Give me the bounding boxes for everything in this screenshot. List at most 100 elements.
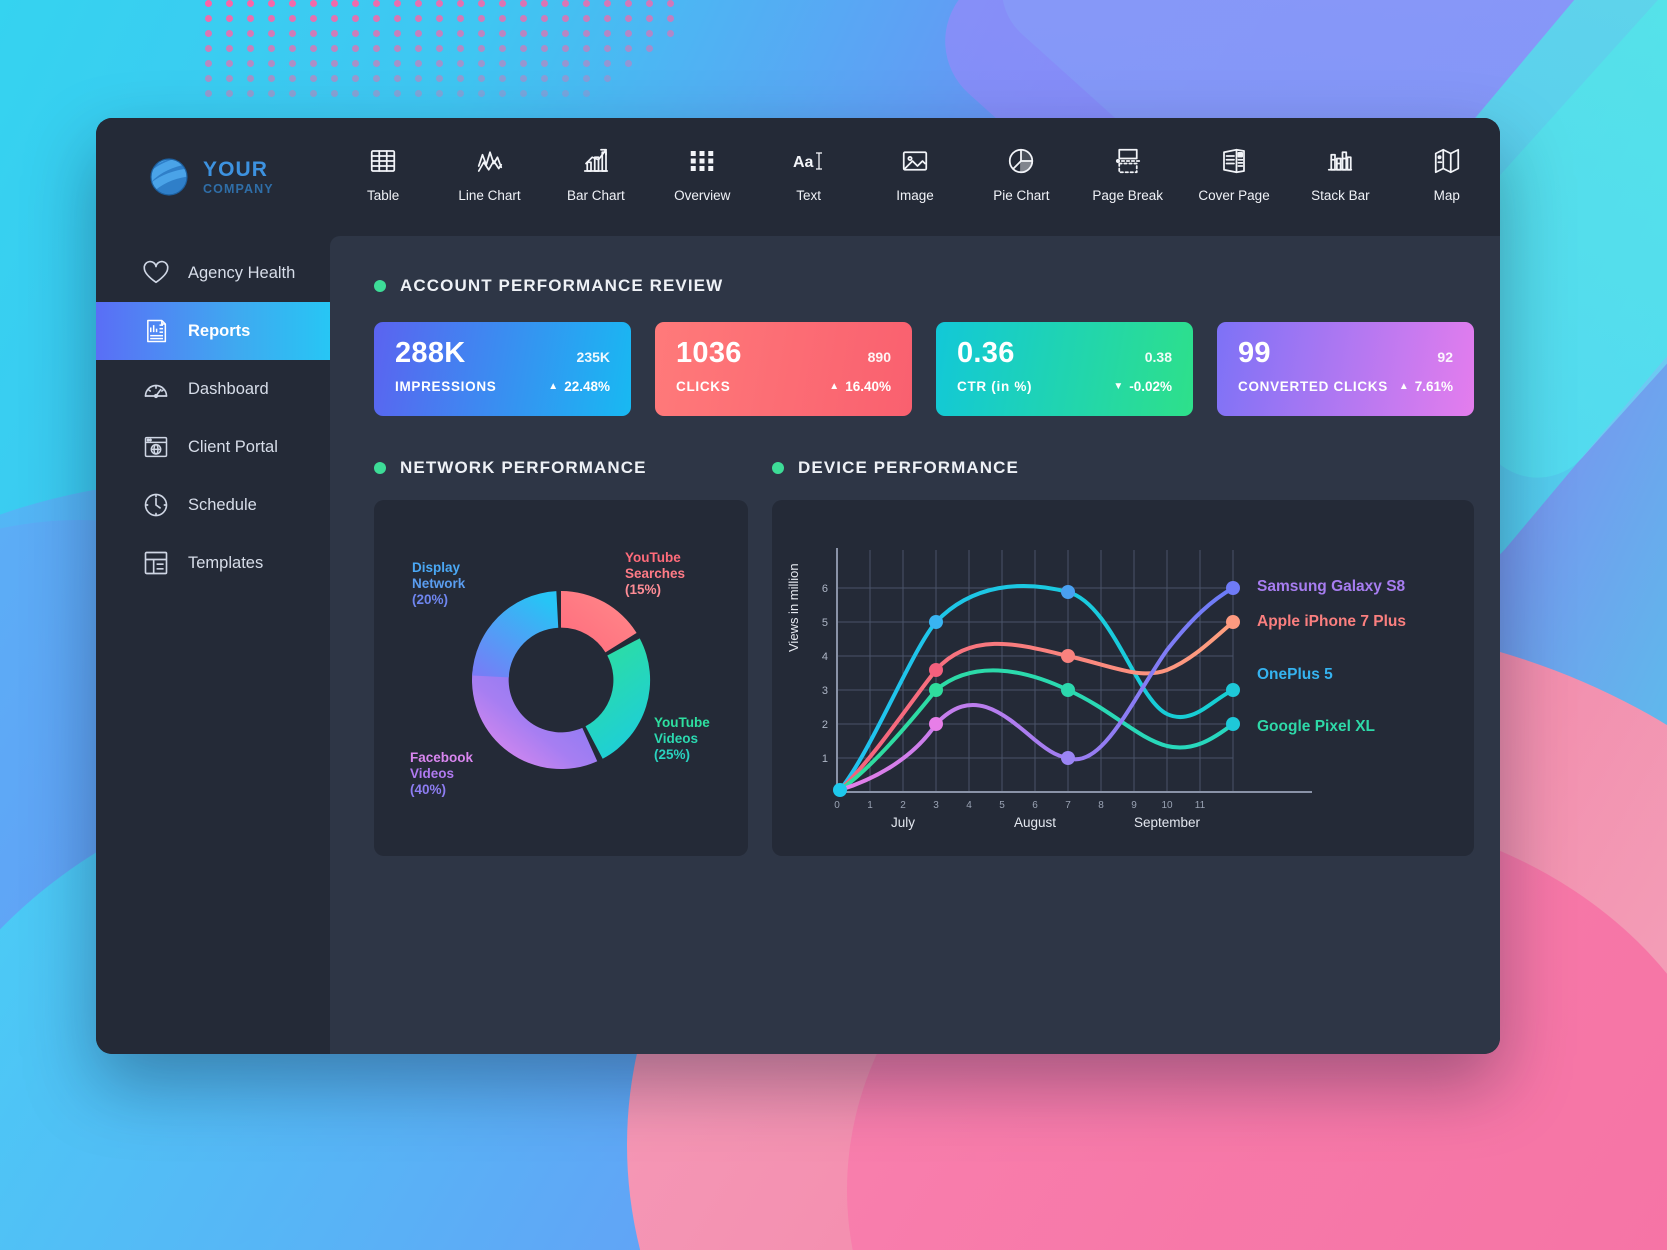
section-label: NETWORK PERFORMANCE [400, 458, 647, 477]
svg-text:11: 11 [1195, 800, 1206, 811]
clock-icon [142, 491, 170, 519]
trend-up-icon: ▲ [1398, 380, 1409, 392]
kpi-delta: ▲ 7.61% [1399, 379, 1453, 394]
donut-label-facebook-videos: Facebook Videos (40%) [410, 750, 474, 798]
kpi-card-row: 288K 235K IMPRESSIONS ▲ 22.48% 1036 890 CLICKS ▲… [374, 322, 1474, 416]
kpi-delta-value: -0.02% [1129, 379, 1172, 394]
toolbar-item-map[interactable]: Map [1394, 144, 1500, 203]
svg-text:8: 8 [1098, 800, 1104, 811]
kpi-card-ctr-in[interactable]: 0.36 0.38 CTR (in %) ▼ -0.02% [936, 322, 1193, 416]
legend-oneplus-5[interactable]: OnePlus 5 [1257, 666, 1333, 684]
svg-text:2: 2 [900, 800, 906, 811]
legend-apple-iphone-7-plus[interactable]: Apple iPhone 7 Plus [1257, 613, 1406, 631]
donut-label-display-network: Display Network (20%) [412, 560, 466, 608]
legend-samsung-galaxy-s8[interactable]: Samsung Galaxy S8 [1257, 578, 1405, 596]
kpi-compare-value: 92 [1437, 349, 1453, 365]
svg-text:September: September [1134, 815, 1201, 830]
status-dot-icon [772, 462, 784, 474]
text-aa-icon: Aa [792, 144, 826, 178]
kpi-caption: CLICKS [676, 379, 731, 394]
toolbar-item-label: Pie Chart [993, 188, 1050, 203]
svg-text:7: 7 [1065, 800, 1071, 811]
report-icon [142, 317, 170, 345]
svg-text:3: 3 [822, 685, 828, 697]
toolbar-item-table[interactable]: Table [330, 144, 436, 203]
toolbar-item-line-chart[interactable]: Line Chart [436, 144, 542, 203]
top-toolbar: YOUR COMPANY Table Line Chart Bar Chart Ove… [96, 118, 1500, 236]
map-icon [1432, 144, 1462, 178]
section-title-network: NETWORK PERFORMANCE [374, 458, 748, 478]
main-content: ACCOUNT PERFORMANCE REVIEW 288K 235K IMPRE… [330, 236, 1500, 1054]
svg-text:4: 4 [822, 651, 828, 663]
status-dot-icon [374, 462, 386, 474]
toolbar-item-image[interactable]: Image [862, 144, 968, 203]
cover-page-icon [1219, 144, 1249, 178]
svg-text:0: 0 [834, 800, 840, 811]
sidebar-item-client-portal[interactable]: Client Portal [96, 418, 330, 476]
kpi-card-converted-clicks[interactable]: 99 92 CONVERTED CLICKS ▲ 7.61% [1217, 322, 1474, 416]
svg-text:5: 5 [999, 800, 1005, 811]
kpi-compare-value: 0.38 [1144, 349, 1172, 365]
bar-chart-icon [581, 144, 611, 178]
donut-label-youtube-videos: YouTube Videos (25%) [654, 715, 710, 763]
sidebar-item-agency-health[interactable]: Agency Health [96, 244, 330, 302]
app-window: YOUR COMPANY Table Line Chart Bar Chart Ove… [96, 118, 1500, 1054]
toolbar-item-label: Map [1433, 188, 1460, 203]
svg-text:August: August [1014, 815, 1056, 830]
heart-icon [142, 259, 170, 287]
kpi-compare-value: 890 [867, 349, 891, 365]
kpi-value: 99 [1238, 337, 1271, 369]
svg-text:3: 3 [933, 800, 939, 811]
toolbar-item-label: Cover Page [1198, 188, 1270, 203]
kpi-value: 1036 [676, 337, 742, 369]
sidebar-item-dashboard[interactable]: Dashboard [96, 360, 330, 418]
toolbar-item-page-break[interactable]: Page Break [1075, 144, 1181, 203]
y-axis-title: Views in million [786, 563, 801, 652]
sidebar-item-schedule[interactable]: Schedule [96, 476, 330, 534]
kpi-delta: ▲ 22.48% [548, 379, 610, 394]
sidebar-item-reports[interactable]: Reports [96, 302, 330, 360]
kpi-delta-value: 7.61% [1414, 379, 1453, 394]
sidebar-nav: Agency Health Reports Dashboard Client Port… [96, 236, 330, 1054]
toolbar-item-label: Text [796, 188, 821, 203]
toolbar-item-stack-bar[interactable]: Stack Bar [1287, 144, 1393, 203]
toolbar-item-bar-chart[interactable]: Bar Chart [543, 144, 649, 203]
globe-logo-icon [146, 154, 192, 200]
section-title-device: DEVICE PERFORMANCE [772, 458, 1019, 478]
donut-chart [472, 591, 651, 769]
template-icon [142, 549, 170, 577]
kpi-caption: CTR (in %) [957, 379, 1033, 394]
kpi-delta-value: 22.48% [564, 379, 610, 394]
svg-text:6: 6 [822, 583, 828, 595]
kpi-value: 288K [395, 337, 466, 369]
kpi-caption: IMPRESSIONS [395, 379, 497, 394]
legend-google-pixel-xl[interactable]: Google Pixel XL [1257, 718, 1375, 736]
toolbar-item-label: Overview [674, 188, 731, 203]
sidebar-item-templates[interactable]: Templates [96, 534, 330, 592]
page-break-icon [1113, 144, 1143, 178]
sidebar-item-label: Reports [188, 321, 251, 340]
pie-chart-icon [1006, 144, 1036, 178]
trend-up-icon: ▲ [829, 380, 840, 392]
kpi-card-clicks[interactable]: 1036 890 CLICKS ▲ 16.40% [655, 322, 912, 416]
toolbar-item-cover-page[interactable]: Cover Page [1181, 144, 1287, 203]
toolbar-item-label: Line Chart [458, 188, 521, 203]
toolbar-item-label: Image [896, 188, 934, 203]
toolbar-item-pie-chart[interactable]: Pie Chart [968, 144, 1074, 203]
svg-text:10: 10 [1161, 800, 1173, 811]
grid-overview-icon [687, 144, 717, 178]
toolbar-item-text[interactable]: Aa Text [755, 144, 861, 203]
kpi-caption: CONVERTED CLICKS [1238, 379, 1388, 394]
brand-name-line1: YOUR [203, 157, 269, 181]
kpi-card-impressions[interactable]: 288K 235K IMPRESSIONS ▲ 22.48% [374, 322, 631, 416]
kpi-compare-value: 235K [576, 349, 610, 365]
kpi-delta-value: 16.40% [845, 379, 891, 394]
toolbar-items: Table Line Chart Bar Chart Overview Aa Text Im… [330, 118, 1500, 203]
sidebar-item-label: Schedule [188, 495, 257, 514]
charts-row: Display Network (20%) YouTube Searches (… [374, 500, 1474, 856]
donut-label-youtube-searches: YouTube Searches (15%) [625, 550, 686, 598]
section-title-account: ACCOUNT PERFORMANCE REVIEW [374, 276, 1474, 296]
toolbar-item-overview[interactable]: Overview [649, 144, 755, 203]
line-chart-icon [475, 144, 505, 178]
brand-name-line2: COMPANY [203, 181, 274, 196]
